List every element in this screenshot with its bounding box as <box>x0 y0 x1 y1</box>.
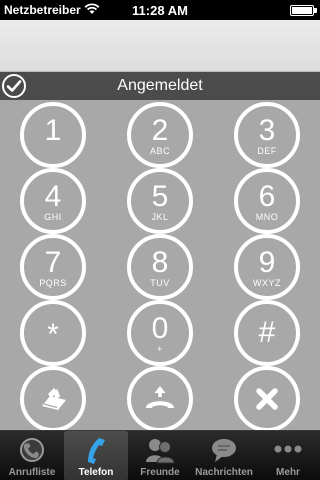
key-letters: MNO <box>255 212 279 222</box>
key-digit: 8 <box>151 246 169 279</box>
key-letters: JKL <box>151 212 169 222</box>
tab-bar: Anrufliste Telefon Freunde Nachrichten M… <box>0 430 320 480</box>
key-digit: 2 <box>151 114 169 147</box>
call-history-icon <box>20 438 44 462</box>
phone-icon <box>88 438 105 464</box>
login-status-bar: Angemeldet <box>0 72 320 100</box>
tab-label: Mehr <box>276 467 300 478</box>
key-letters: GHI <box>44 212 62 222</box>
number-display[interactable] <box>0 20 320 72</box>
tab-nachrichten[interactable]: Nachrichten <box>192 431 256 480</box>
key-3[interactable]: 3 DEF <box>234 102 300 168</box>
messages-icon <box>212 439 236 462</box>
tab-label: Anrufliste <box>8 467 56 478</box>
tab-telefon[interactable]: Telefon <box>64 431 128 480</box>
address-book-icon <box>42 388 66 413</box>
contacts-button[interactable] <box>20 366 86 432</box>
phone-handset-icon <box>146 386 174 408</box>
tab-label: Nachrichten <box>195 467 253 478</box>
delete-button[interactable] <box>234 366 300 432</box>
key-letters: PQRS <box>39 278 67 288</box>
key-digit: 6 <box>258 180 276 213</box>
status-bar: Netzbetreiber 11:28 AM <box>0 0 320 20</box>
key-7[interactable]: 7 PQRS <box>20 234 86 300</box>
dial-keypad: 1 2 ABC 3 DEF 4 GHI 5 JKL 6 MNO 7 PQRS 8… <box>0 100 320 432</box>
key-6[interactable]: 6 MNO <box>234 168 300 234</box>
key-digit: 3 <box>258 114 276 147</box>
key-letters: DEF <box>257 146 277 156</box>
key-digit: 7 <box>44 246 62 279</box>
key-star[interactable]: * <box>20 300 86 366</box>
login-status-text: Angemeldet <box>117 77 203 94</box>
call-button[interactable] <box>127 366 193 432</box>
more-icon <box>274 445 302 453</box>
tab-mehr[interactable]: Mehr <box>256 431 320 480</box>
battery-icon <box>290 5 314 16</box>
friends-icon <box>146 439 175 464</box>
key-letters: TUV <box>150 278 170 288</box>
tab-label: Telefon <box>78 467 114 478</box>
key-0[interactable]: 0 + <box>127 300 193 366</box>
key-hash[interactable]: # <box>234 300 300 366</box>
key-8[interactable]: 8 TUV <box>127 234 193 300</box>
key-9[interactable]: 9 WXYZ <box>234 234 300 300</box>
battery-tip <box>314 8 317 13</box>
key-digit: * <box>47 318 59 351</box>
key-digit: # <box>258 316 276 349</box>
key-5[interactable]: 5 JKL <box>127 168 193 234</box>
key-1[interactable]: 1 <box>20 102 86 168</box>
key-digit: 9 <box>258 246 276 279</box>
key-digit: 1 <box>44 114 62 147</box>
key-2[interactable]: 2 ABC <box>127 102 193 168</box>
key-letters: WXYZ <box>253 278 281 288</box>
key-letters: ABC <box>149 146 170 156</box>
tab-label: Freunde <box>140 467 180 478</box>
tab-freunde[interactable]: Freunde <box>128 431 192 480</box>
key-letters: + <box>157 344 163 354</box>
key-digit: 5 <box>151 180 169 213</box>
tab-anrufliste[interactable]: Anrufliste <box>0 431 64 480</box>
delete-icon <box>256 388 278 410</box>
key-4[interactable]: 4 GHI <box>20 168 86 234</box>
key-digit: 0 <box>151 312 169 345</box>
key-digit: 4 <box>44 180 62 213</box>
status-time: 11:28 AM <box>132 3 188 18</box>
